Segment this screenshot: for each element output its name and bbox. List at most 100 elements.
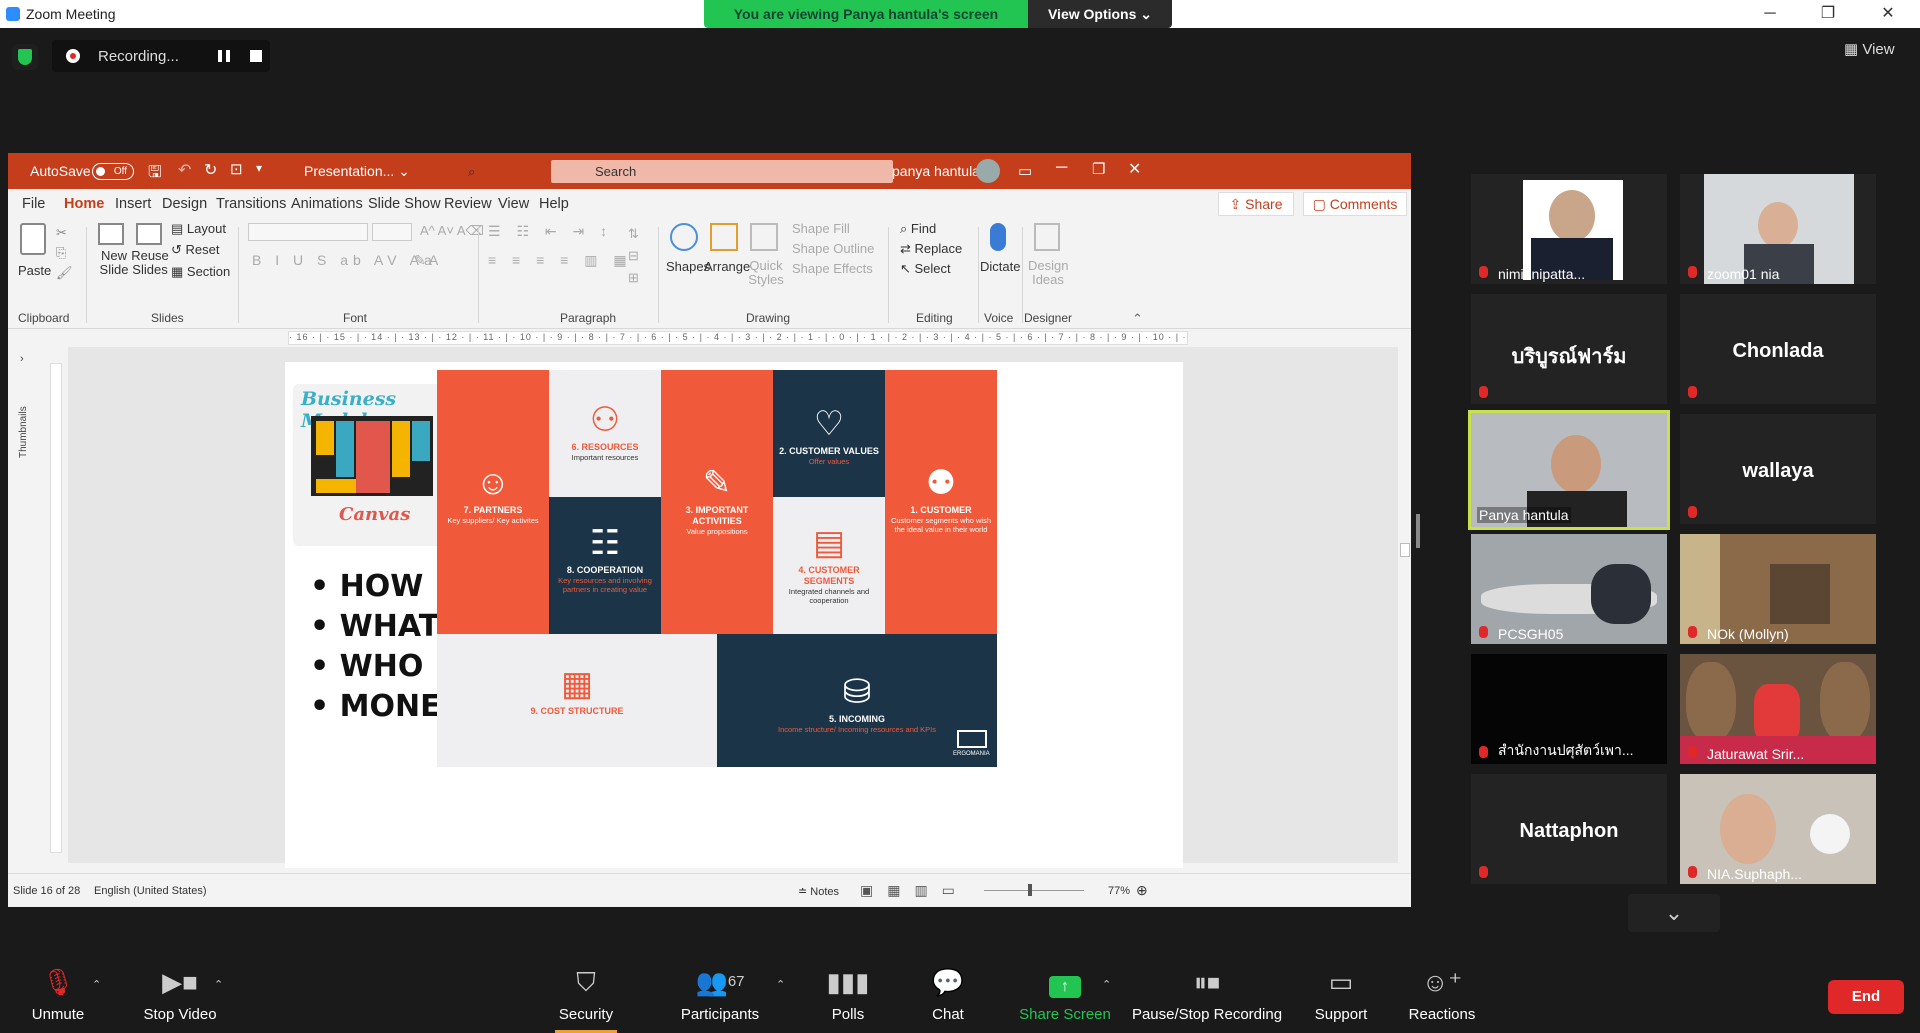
- present-icon[interactable]: ⊡: [230, 160, 243, 178]
- ribbon-display-icon[interactable]: ▭: [1018, 162, 1032, 180]
- quick-styles-button[interactable]: Quick Styles: [746, 259, 786, 287]
- view-mode-buttons[interactable]: ▣▦▥▭: [860, 882, 969, 899]
- participant-tile[interactable]: NIA.Suphaph...: [1680, 774, 1876, 884]
- scroll-thumb[interactable]: [1400, 543, 1410, 557]
- shape-effects-button[interactable]: Shape Effects: [792, 261, 873, 276]
- support-button[interactable]: ▭ Support: [1306, 960, 1376, 1023]
- shape-fill-button[interactable]: Shape Fill: [792, 221, 850, 236]
- tab-design[interactable]: Design: [162, 196, 207, 212]
- autosave-toggle[interactable]: Off: [92, 163, 134, 180]
- paste-button[interactable]: Paste: [18, 263, 51, 278]
- ppt-restore-icon[interactable]: ❐: [1092, 160, 1105, 178]
- new-slide-button[interactable]: New Slide: [94, 249, 134, 277]
- share-button[interactable]: ⇪ Share: [1218, 192, 1294, 216]
- arrange-icon[interactable]: [710, 223, 738, 251]
- share-screen-button[interactable]: ↑ Share Screen: [1010, 960, 1120, 1023]
- format-painter-icon[interactable]: 🖌: [56, 265, 73, 281]
- reuse-slides-icon[interactable]: [136, 223, 162, 245]
- design-ideas-button[interactable]: Design Ideas: [1028, 259, 1068, 287]
- participant-tile[interactable]: บริบูรณ์ฟาร์ม: [1471, 294, 1667, 404]
- expand-thumbnails-icon[interactable]: ›: [20, 353, 24, 365]
- zoom-slider[interactable]: [984, 890, 1084, 891]
- close-icon[interactable]: ✕: [1868, 4, 1908, 24]
- paste-icon[interactable]: [20, 223, 46, 255]
- reuse-slides-button[interactable]: Reuse Slides: [130, 249, 170, 277]
- participant-tile[interactable]: nimit nipatta...: [1471, 174, 1667, 284]
- participant-tile[interactable]: Nattaphon: [1471, 774, 1667, 884]
- share-options-icon[interactable]: ⌃: [1102, 978, 1111, 991]
- shapes-icon[interactable]: [670, 223, 698, 251]
- tab-home[interactable]: Home: [64, 196, 105, 222]
- audio-options-icon[interactable]: ⌃: [92, 978, 101, 991]
- design-ideas-icon[interactable]: [1034, 223, 1060, 251]
- select-button[interactable]: ↖ Select: [900, 261, 951, 277]
- reset-button[interactable]: ↺ Reset: [171, 242, 219, 258]
- redo-icon[interactable]: ↻: [204, 160, 217, 180]
- stop-video-button[interactable]: ▶■ Stop Video: [130, 960, 230, 1023]
- shape-outline-button[interactable]: Shape Outline: [792, 241, 874, 256]
- ppt-minimize-icon[interactable]: ─: [1056, 159, 1067, 177]
- font-size-select[interactable]: [372, 223, 412, 241]
- layout-button[interactable]: ▤ Layout: [171, 221, 226, 237]
- save-icon[interactable]: 🖫: [148, 161, 162, 188]
- font-name-select[interactable]: [248, 223, 368, 241]
- chat-button[interactable]: 💬 Chat: [918, 960, 978, 1023]
- zoom-slider-thumb[interactable]: [1028, 884, 1032, 896]
- slide-canvas[interactable]: Business Model Canvas • HOW • WHAT • WHO…: [285, 362, 1183, 868]
- replace-button[interactable]: ⇄ Replace: [900, 241, 962, 257]
- grow-font-icon[interactable]: A^ A˅ A⌫: [420, 223, 484, 239]
- restore-icon[interactable]: ❐: [1808, 4, 1848, 24]
- security-button[interactable]: ⛉ Security: [546, 960, 626, 1023]
- tab-transitions[interactable]: Transitions: [216, 196, 286, 212]
- align-buttons[interactable]: ≡ ≡ ≡ ≡ ▥ ▦: [488, 252, 633, 269]
- text-direction-icons[interactable]: ⇅ ⊟ ⊞: [628, 223, 639, 289]
- tab-animations[interactable]: Animations: [291, 196, 363, 212]
- participant-tile[interactable]: Jaturawat Srir...: [1680, 654, 1876, 764]
- collapse-ribbon-icon[interactable]: ⌃: [1132, 311, 1143, 327]
- language-status[interactable]: English (United States): [94, 885, 207, 897]
- font-style-buttons[interactable]: B I U S ab AV Aa: [252, 252, 437, 268]
- customize-toolbar-icon[interactable]: ▾: [256, 161, 262, 175]
- stop-recording-icon[interactable]: [250, 50, 262, 62]
- participant-tile[interactable]: wallaya: [1680, 414, 1876, 524]
- participant-tile[interactable]: สำนักงานปศุสัตว์เพา...: [1471, 654, 1667, 764]
- notes-button[interactable]: ≐ Notes: [798, 885, 839, 898]
- new-slide-icon[interactable]: [98, 223, 124, 245]
- vertical-scrollbar[interactable]: [1399, 343, 1411, 863]
- gallery-next-page-button[interactable]: ⌄: [1628, 894, 1720, 932]
- copy-icon[interactable]: ⎘: [56, 245, 66, 261]
- comments-button[interactable]: ▢ Comments: [1303, 192, 1407, 216]
- security-shield-icon[interactable]: [12, 44, 38, 70]
- end-meeting-button[interactable]: End: [1828, 980, 1904, 1014]
- reactions-button[interactable]: ☺⁺ Reactions: [1404, 960, 1480, 1023]
- participant-tile[interactable]: zoom01 nia: [1680, 174, 1876, 284]
- gallery-view-button[interactable]: ▦ View: [1844, 40, 1895, 58]
- microphone-icon[interactable]: [990, 223, 1006, 251]
- fit-slide-icon[interactable]: ⊕: [1136, 882, 1148, 899]
- dictate-button[interactable]: Dictate: [980, 259, 1020, 274]
- zoom-level[interactable]: 77%: [1108, 885, 1130, 897]
- list-buttons[interactable]: ☰ ☷ ⇤ ⇥ ↕: [488, 223, 613, 240]
- cut-icon[interactable]: ✂: [56, 225, 67, 241]
- tab-insert[interactable]: Insert: [115, 196, 151, 212]
- undo-icon[interactable]: ↶: [178, 160, 191, 180]
- active-speaker-tile[interactable]: Panya hantula: [1468, 410, 1670, 530]
- tab-slide-show[interactable]: Slide Show: [368, 196, 441, 212]
- pause-recording-icon[interactable]: [218, 50, 230, 62]
- participant-tile[interactable]: PCSGH05: [1471, 534, 1667, 644]
- ppt-close-icon[interactable]: ✕: [1128, 159, 1141, 179]
- polls-button[interactable]: ▮▮▮ Polls: [818, 960, 878, 1023]
- pause-stop-recording-button[interactable]: ⏸⏹ Pause/Stop Recording: [1130, 960, 1284, 1023]
- participants-options-icon[interactable]: ⌃: [776, 978, 785, 991]
- tab-view[interactable]: View: [498, 196, 529, 212]
- participants-button[interactable]: 👥67 Participants: [670, 960, 770, 1023]
- find-button[interactable]: ⌕ Find: [900, 221, 936, 237]
- tab-file[interactable]: File: [22, 196, 45, 212]
- search-input[interactable]: Search: [551, 160, 893, 183]
- tab-help[interactable]: Help: [539, 196, 569, 212]
- quick-styles-icon[interactable]: [750, 223, 778, 251]
- panel-resize-handle[interactable]: [1416, 514, 1420, 548]
- section-button[interactable]: ▦ Section: [171, 264, 230, 280]
- minimize-icon[interactable]: ─: [1750, 4, 1790, 24]
- avatar[interactable]: [976, 159, 1000, 183]
